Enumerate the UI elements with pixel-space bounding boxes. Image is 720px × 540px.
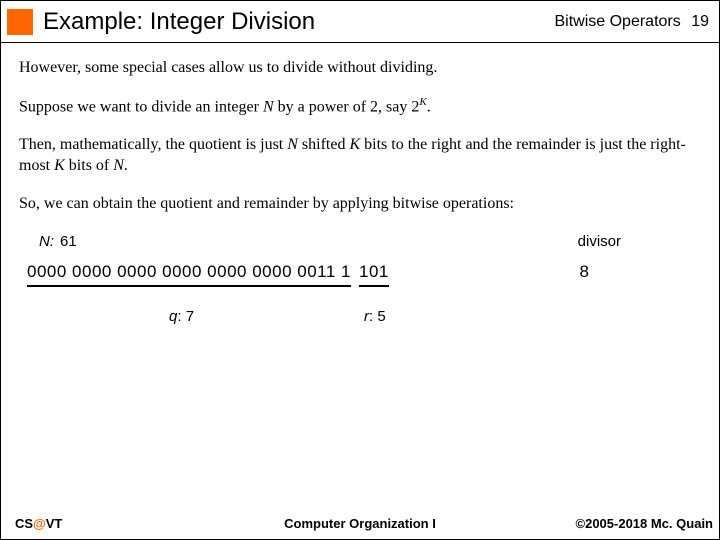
cs-at-vt: CS@VT <box>15 516 62 531</box>
exponent-K: K <box>419 96 426 108</box>
q-value: 7 <box>186 308 194 325</box>
p3-text-d: bits of <box>65 157 113 174</box>
footer-cs: CS <box>15 516 33 531</box>
r-colon: : <box>369 308 373 325</box>
course-title: Computer Organization I <box>284 516 436 531</box>
p2-text-c: . <box>427 98 431 115</box>
remainder-group: r: 5 <box>364 307 386 327</box>
divisor-value: 8 <box>580 261 589 284</box>
variable-N: N <box>263 98 274 115</box>
p2-text-a: Suppose we want to divide an integer <box>19 98 263 115</box>
slide-footer: CS@VT Computer Organization I ©2005-2018… <box>1 516 719 531</box>
slide-title: Example: Integer Division <box>43 8 554 36</box>
p3-text-e: . <box>124 157 128 174</box>
example-row-labels: N: 61 divisor <box>19 232 701 252</box>
quotient-group: q: 7 <box>169 307 194 327</box>
footer-vt: VT <box>46 516 63 531</box>
bits-quotient-part: 0000 0000 0000 0000 0000 0000 0011 1 <box>27 261 351 288</box>
header-right: Bitwise Operators 19 <box>554 13 709 31</box>
footer-at: @ <box>33 516 46 531</box>
p2-text-b: by a power of 2, say 2 <box>274 98 420 115</box>
slide: Example: Integer Division Bitwise Operat… <box>0 0 720 540</box>
r-value: 5 <box>377 308 385 325</box>
copyright: ©2005-2018 Mc. Quain <box>576 516 713 531</box>
orange-square-icon <box>7 9 33 35</box>
page-number: 19 <box>691 13 709 30</box>
n-value: 61 <box>60 232 77 252</box>
slide-body: However, some special cases allow us to … <box>1 43 719 328</box>
slide-header: Example: Integer Division Bitwise Operat… <box>1 1 719 43</box>
bits-remainder-part: 101 <box>359 261 389 288</box>
p3-text-b: shifted <box>298 136 350 153</box>
p3-text-a: Then, mathematically, the quotient is ju… <box>19 136 287 153</box>
paragraph-1: However, some special cases allow us to … <box>19 57 701 79</box>
n-letter: N <box>39 233 50 250</box>
example-row-results: q: 7 r: 5 <box>19 307 701 327</box>
variable-K-1: K <box>349 136 360 153</box>
n-label: N: <box>39 232 54 252</box>
n-colon: : <box>50 233 54 250</box>
variable-N-1: N <box>287 136 298 153</box>
paragraph-2: Suppose we want to divide an integer N b… <box>19 95 701 118</box>
variable-K-2: K <box>54 157 65 174</box>
section-label: Bitwise Operators <box>554 13 680 30</box>
bits-wrapper: 0000 0000 0000 0000 0000 0000 0011 1 101 <box>27 261 389 288</box>
q-colon: : <box>177 308 181 325</box>
example-row-bits: 0000 0000 0000 0000 0000 0000 0011 1101 … <box>19 261 701 288</box>
divisor-label: divisor <box>578 232 621 252</box>
paragraph-4: So, we can obtain the quotient and remai… <box>19 193 701 215</box>
paragraph-3: Then, mathematically, the quotient is ju… <box>19 134 701 177</box>
variable-N-2: N <box>113 157 124 174</box>
